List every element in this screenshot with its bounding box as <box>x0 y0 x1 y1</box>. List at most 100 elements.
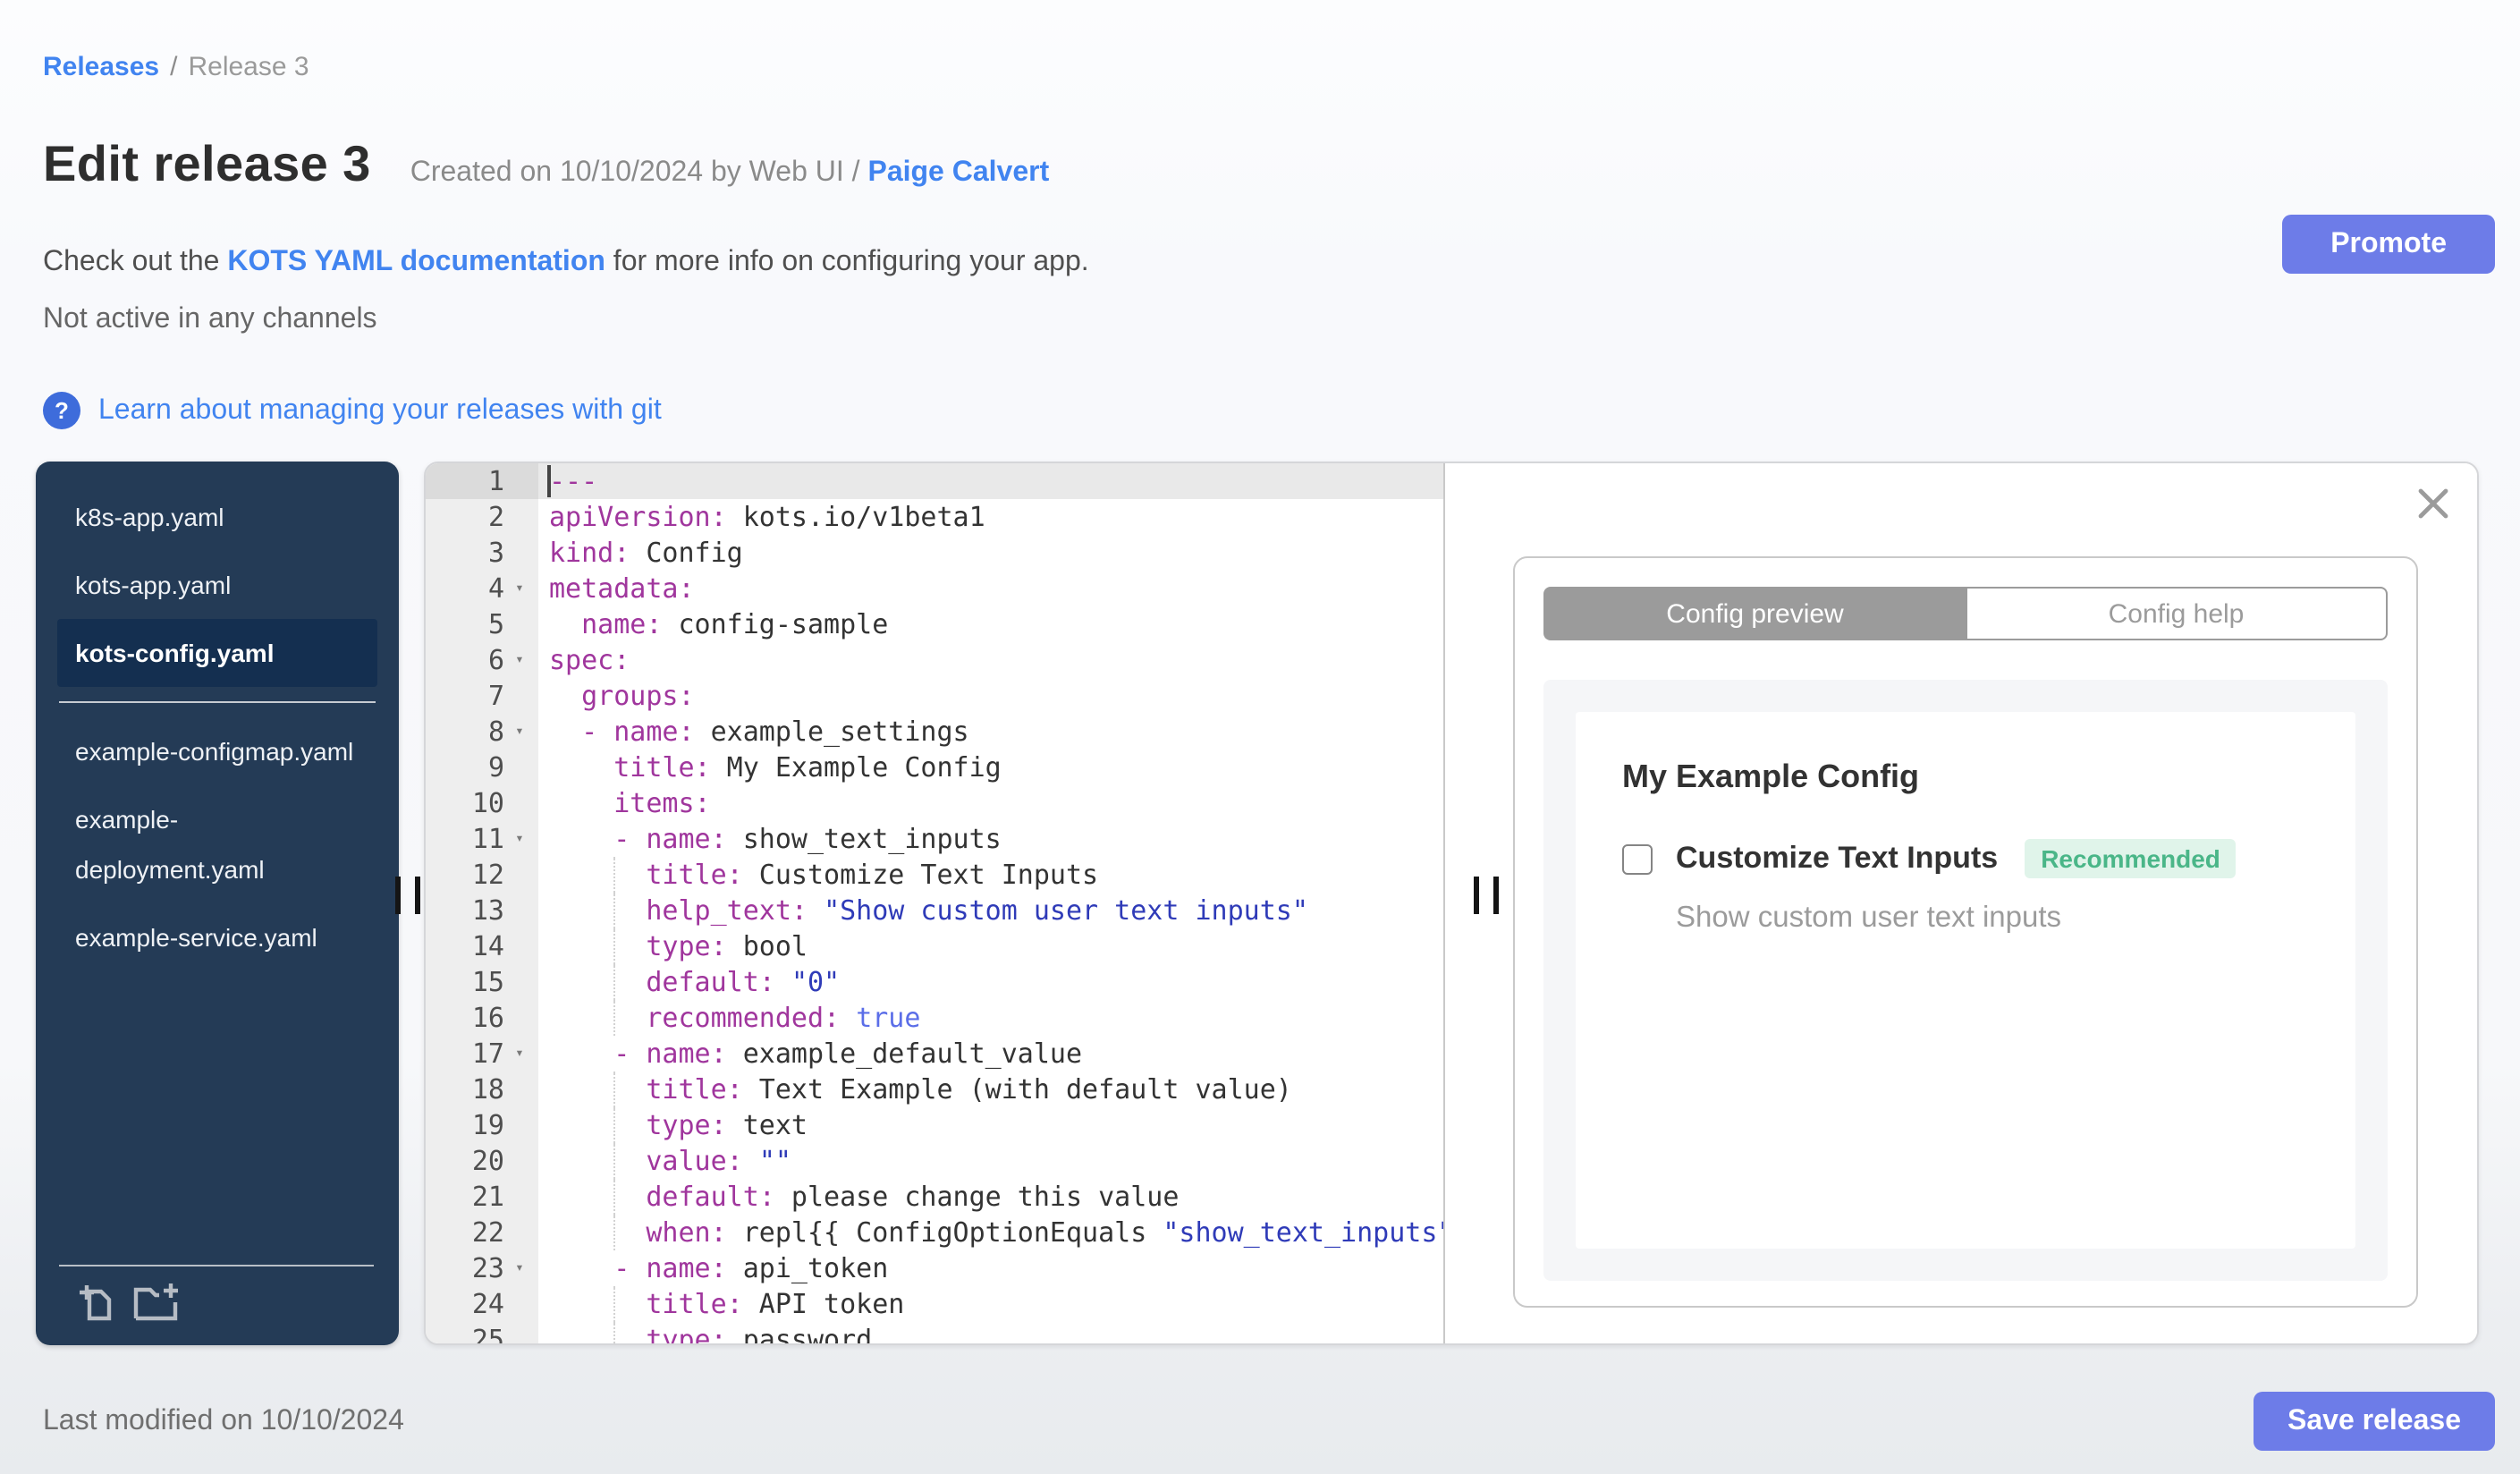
code-text: - name: example_settings <box>581 716 969 748</box>
tab-config-preview[interactable]: Config preview <box>1543 587 1965 640</box>
code-line-7[interactable]: 7 groups: <box>426 678 1443 714</box>
code-line-14[interactable]: 14 type: bool <box>426 928 1443 964</box>
code-line-18[interactable]: 18 title: Text Example (with default val… <box>426 1072 1443 1107</box>
code-line-1[interactable]: 1 --- <box>426 463 1443 499</box>
code-line-11[interactable]: 11 ▾ - name: show_text_inputs <box>426 821 1443 857</box>
code-text: kind: Config <box>549 537 743 569</box>
docs-line: Check out the KOTS YAML documentation fo… <box>43 247 1089 279</box>
code-text: title: Text Example (with default value) <box>538 1072 1443 1107</box>
code-line-13[interactable]: 13 help_text: "Show custom user text inp… <box>426 893 1443 928</box>
code-line-6[interactable]: 6 ▾ spec: <box>426 642 1443 678</box>
config-group-title: My Example Config <box>1622 758 1920 794</box>
code-line-5[interactable]: 5 name: config-sample <box>426 606 1443 642</box>
code-text: type: password <box>538 1322 1443 1343</box>
promote-button[interactable]: Promote <box>2282 215 2495 274</box>
code-text: default: "0" <box>538 964 1443 1000</box>
author-link[interactable]: Paige Calvert <box>867 157 1049 188</box>
code-line-20[interactable]: 20 value: "" <box>426 1143 1443 1179</box>
code-line-23[interactable]: 23 ▾ - name: api_token <box>426 1250 1443 1286</box>
code-line-2[interactable]: 2 apiVersion: kots.io/v1beta1 <box>426 499 1443 535</box>
config-item-checkbox[interactable] <box>1622 843 1653 874</box>
code-text: - name: example_default_value <box>613 1038 1083 1070</box>
gutter-line-number: 21 <box>426 1179 538 1215</box>
sidebar-item-kots-config.yaml[interactable]: kots-config.yaml <box>57 619 377 687</box>
gutter-line-number: 9 <box>426 750 538 785</box>
gutter-line-number: 16 <box>426 1000 538 1036</box>
new-folder-icon[interactable] <box>132 1281 181 1327</box>
code-text: apiVersion: kots.io/v1beta1 <box>549 501 985 533</box>
code-text: spec: <box>549 644 630 676</box>
question-mark-icon: ? <box>43 392 80 429</box>
fold-arrow-icon[interactable]: ▾ <box>504 1036 535 1072</box>
code-line-4[interactable]: 4 ▾ metadata: <box>426 571 1443 606</box>
config-group-card: My Example Config Customize Text Inputs … <box>1576 712 2355 1249</box>
code-text: - name: api_token <box>613 1252 889 1284</box>
yaml-editor[interactable]: 1 --- 2 apiVersion: kots.io/v1beta1 3 kind: C… <box>426 463 1443 1343</box>
gutter-line-number: 6 ▾ <box>426 642 538 678</box>
code-line-19[interactable]: 19 type: text <box>426 1107 1443 1143</box>
fold-arrow-icon[interactable]: ▾ <box>504 571 535 606</box>
breadcrumb-releases-link[interactable]: Releases <box>43 52 159 82</box>
gutter-line-number: 25 <box>426 1322 538 1343</box>
breadcrumb-separator: / <box>170 52 178 82</box>
fold-arrow-icon[interactable]: ▾ <box>504 821 535 857</box>
code-line-25[interactable]: 25 type: password <box>426 1322 1443 1343</box>
sidebar-editor-resize-handle[interactable] <box>395 877 420 914</box>
editor-preview-resize-handle[interactable] <box>1474 877 1499 914</box>
code-line-17[interactable]: 17 ▾ - name: example_default_value <box>426 1036 1443 1072</box>
code-text: when: repl{{ ConfigOptionEquals "show_te… <box>538 1215 1443 1250</box>
new-file-icon[interactable] <box>77 1281 116 1327</box>
fold-arrow-icon[interactable]: ▾ <box>504 714 535 750</box>
sidebar-item-example-service.yaml[interactable]: example-service.yaml <box>57 903 377 971</box>
docs-prefix: Check out the <box>43 247 228 277</box>
docs-suffix: for more info on configuring your app. <box>605 247 1089 277</box>
config-preview-container: Config preview Config help My Example Con… <box>1513 556 2418 1308</box>
gutter-line-number: 14 <box>426 928 538 964</box>
gutter-line-number: 1 <box>426 463 538 499</box>
tab-config-help[interactable]: Config help <box>1965 587 2388 640</box>
code-line-8[interactable]: 8 ▾ - name: example_settings <box>426 714 1443 750</box>
sidebar-item-kots-app.yaml[interactable]: kots-app.yaml <box>57 551 377 619</box>
gutter-line-number: 4 ▾ <box>426 571 538 606</box>
gutter-line-number: 5 <box>426 606 538 642</box>
fold-arrow-icon[interactable]: ▾ <box>504 1250 535 1286</box>
breadcrumb-current: Release 3 <box>188 52 309 82</box>
gutter-line-number: 10 <box>426 785 538 821</box>
gutter-line-number: 12 <box>426 857 538 893</box>
code-line-15[interactable]: 15 default: "0" <box>426 964 1443 1000</box>
sidebar-item-example-deployment.yaml[interactable]: example-deployment.yaml <box>57 785 377 903</box>
gutter-line-number: 15 <box>426 964 538 1000</box>
gutter-line-number: 2 <box>426 499 538 535</box>
breadcrumb: Releases / Release 3 <box>43 52 309 82</box>
file-list-divider <box>59 701 376 703</box>
code-text: value: "" <box>538 1143 1443 1179</box>
code-text: type: text <box>538 1107 1443 1143</box>
sidebar-item-k8s-app.yaml[interactable]: k8s-app.yaml <box>57 483 377 551</box>
code-line-10[interactable]: 10 items: <box>426 785 1443 821</box>
code-line-22[interactable]: 22 when: repl{{ ConfigOptionEquals "show… <box>426 1215 1443 1250</box>
page: Releases / Release 3 Edit release 3 Create… <box>0 0 2520 1474</box>
code-line-24[interactable]: 24 title: API token <box>426 1286 1443 1322</box>
code-line-16[interactable]: 16 recommended: true <box>426 1000 1443 1036</box>
sidebar-item-example-configmap.yaml[interactable]: example-configmap.yaml <box>57 717 377 785</box>
gutter-line-number: 7 <box>426 678 538 714</box>
fold-arrow-icon[interactable]: ▾ <box>504 642 535 678</box>
code-text: items: <box>613 787 711 819</box>
page-title: Edit release 3 <box>43 136 371 191</box>
gutter-line-number: 17 ▾ <box>426 1036 538 1072</box>
code-line-12[interactable]: 12 title: Customize Text Inputs <box>426 857 1443 893</box>
code-line-3[interactable]: 3 kind: Config <box>426 535 1443 571</box>
git-releases-link[interactable]: Learn about managing your releases with … <box>98 394 662 427</box>
sidebar-footer-divider <box>59 1265 374 1266</box>
channel-status: Not active in any channels <box>43 304 377 335</box>
code-line-21[interactable]: 21 default: please change this value <box>426 1179 1443 1215</box>
gutter-line-number: 11 ▾ <box>426 821 538 857</box>
code-text: - name: show_text_inputs <box>613 823 1002 855</box>
kots-yaml-docs-link[interactable]: KOTS YAML documentation <box>227 247 605 277</box>
title-row: Edit release 3 Created on 10/10/2024 by … <box>43 136 1049 193</box>
save-release-button[interactable]: Save release <box>2254 1392 2495 1451</box>
code-line-9[interactable]: 9 title: My Example Config <box>426 750 1443 785</box>
config-preview-area: My Example Config Customize Text Inputs … <box>1543 680 2388 1281</box>
close-icon[interactable] <box>2416 487 2450 521</box>
config-item-label: Customize Text Inputs <box>1676 841 1999 875</box>
